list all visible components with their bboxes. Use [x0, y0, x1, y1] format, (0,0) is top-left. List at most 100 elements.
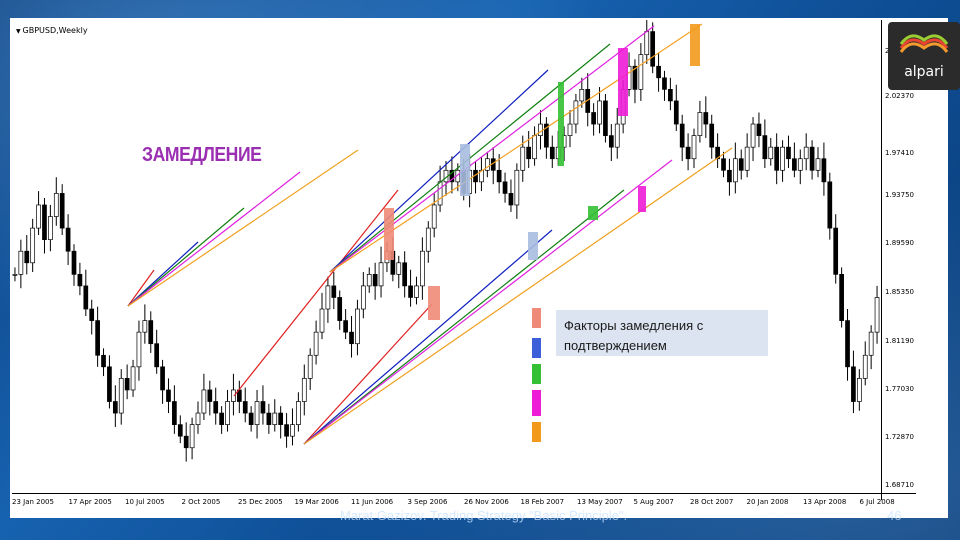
candle-body	[213, 401, 219, 414]
candle-body	[856, 378, 862, 402]
trend-fan-line[interactable]	[127, 149, 359, 307]
candle-body	[420, 250, 425, 287]
candle-body	[166, 389, 171, 402]
date-tick-label: 13 May 2007	[577, 498, 623, 506]
candle-body	[325, 285, 331, 310]
legend-box: Факторы замедления с подтверждением	[556, 310, 768, 356]
candle-body	[673, 100, 679, 125]
candle-body	[827, 181, 833, 229]
candle-body	[868, 331, 874, 356]
candle-body	[207, 389, 213, 402]
candle-body	[597, 100, 602, 125]
candle-body	[496, 169, 502, 183]
legend-swatch-green	[532, 364, 541, 384]
candle-body	[862, 354, 868, 379]
date-tick-label: 3 Sep 2006	[407, 498, 448, 506]
price-chart[interactable]	[12, 20, 916, 514]
candle-body	[290, 424, 295, 437]
candle-body	[809, 146, 815, 171]
candle-body	[774, 146, 780, 171]
candle-body	[372, 273, 378, 287]
slowdown-marker	[428, 286, 440, 320]
candle-body	[614, 123, 620, 148]
candle-body	[160, 366, 165, 391]
chart-symbol-label: GBPUSD,Weekly	[16, 26, 88, 35]
candle-body	[721, 158, 726, 171]
candle-body	[644, 31, 650, 56]
candle-body	[803, 146, 809, 160]
logo-text: alpari	[904, 64, 944, 80]
candle-body	[514, 169, 520, 206]
price-tick-label: 1.85350	[885, 288, 914, 297]
candle-body	[48, 216, 53, 241]
candle-body	[225, 401, 230, 425]
candle-body	[12, 273, 18, 276]
slowdown-marker	[638, 186, 646, 212]
candle-body	[786, 146, 791, 160]
slowdown-marker	[384, 208, 394, 260]
candle-body	[768, 146, 774, 160]
candle-body	[691, 135, 697, 160]
price-tick-label: 1.93750	[885, 191, 914, 200]
candle-body	[195, 412, 201, 425]
candle-body	[727, 169, 732, 183]
candle-body	[833, 227, 839, 275]
candle-body	[337, 297, 343, 321]
slowdown-marker	[460, 144, 470, 196]
date-tick-label: 18 Feb 2007	[520, 498, 565, 506]
date-tick-label: 19 Mar 2006	[294, 498, 339, 506]
date-tick-label: 5 Aug 2007	[633, 498, 674, 506]
candle-body	[738, 158, 744, 171]
price-tick-label: 1.81190	[885, 336, 914, 345]
candle-body	[130, 366, 136, 391]
candle-body	[567, 123, 573, 136]
candle-body	[526, 146, 532, 160]
candle-body	[59, 193, 65, 229]
candle-body	[792, 158, 797, 171]
trend-fan-line[interactable]	[233, 189, 399, 397]
candle-body	[42, 204, 47, 241]
candle-body	[30, 227, 36, 264]
candle-body	[709, 123, 715, 148]
candle-body	[425, 227, 431, 252]
candle-body	[573, 100, 579, 125]
trend-fan-line[interactable]	[127, 171, 301, 307]
candle-body	[77, 273, 83, 287]
candle-body	[538, 123, 543, 136]
candle-body	[101, 354, 106, 368]
candle-body	[307, 354, 313, 379]
candle-body	[319, 308, 325, 333]
candle-body	[360, 285, 366, 310]
candle-body	[656, 65, 661, 79]
candle-body	[183, 435, 189, 449]
candle-body	[821, 158, 827, 183]
trend-fan-line[interactable]	[303, 159, 673, 445]
candle-body	[549, 146, 555, 160]
candle-body	[845, 320, 850, 368]
chart-area[interactable]: GBPUSD,Weekly ЗАМЕДЛЕНИЕ 2.062302.023701…	[12, 20, 916, 514]
candle-body	[301, 378, 307, 402]
candle-body	[148, 320, 154, 345]
candle-body	[313, 331, 319, 356]
candle-body	[431, 204, 437, 229]
date-tick-label: 13 Apr 2008	[803, 498, 847, 506]
candle-body	[118, 378, 124, 414]
candle-body	[201, 389, 207, 414]
date-tick-label: 11 Jun 2006	[351, 498, 394, 506]
chart-window[interactable]: GBPUSD,Weekly ЗАМЕДЛЕНИЕ 2.062302.023701…	[10, 18, 948, 518]
trend-fan-line[interactable]	[127, 207, 245, 307]
candle-body	[685, 146, 691, 160]
candle-body	[266, 412, 272, 425]
candle-body	[142, 320, 148, 333]
candle-body	[591, 112, 596, 125]
date-tick-label: 25 Dec 2005	[238, 498, 283, 506]
candle-body	[219, 412, 224, 425]
candle-body	[378, 262, 384, 287]
legend-swatch-blue	[532, 338, 541, 358]
candle-body	[177, 424, 183, 437]
candle-body	[662, 77, 667, 90]
candle-body	[408, 285, 413, 298]
candle-body	[703, 112, 709, 125]
slowdown-marker	[528, 232, 538, 260]
date-tick-label: 10 Jul 2005	[125, 498, 165, 506]
